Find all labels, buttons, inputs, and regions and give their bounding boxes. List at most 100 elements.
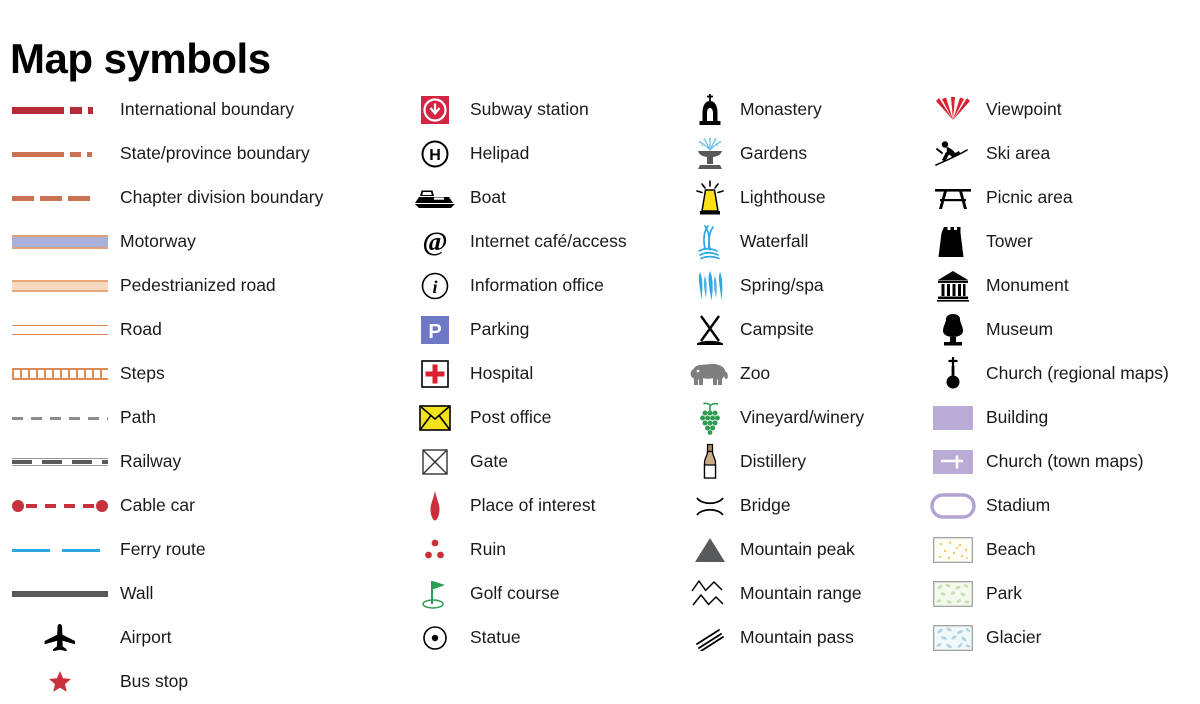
monument-icon	[920, 264, 986, 308]
legend-label: Gate	[470, 451, 508, 472]
legend-row: Steps	[0, 352, 400, 396]
mountain-range-icon	[680, 572, 740, 616]
legend-row: Motorway	[0, 220, 400, 264]
legend-label: Statue	[470, 627, 521, 648]
pedestrianized-road-line	[0, 264, 120, 308]
legend-row: Wall	[0, 572, 400, 616]
legend-label: Mountain pass	[740, 627, 854, 648]
boat-icon	[400, 176, 470, 220]
legend-label: Zoo	[740, 363, 771, 384]
motorway-line	[0, 220, 120, 264]
legend-label: Waterfall	[740, 231, 809, 252]
legend-row: Distillery	[680, 440, 920, 484]
legend-row: Tower	[920, 220, 1200, 264]
legend-label: Bridge	[740, 495, 791, 516]
legend-row: Mountain pass	[680, 616, 920, 660]
legend-row: Lighthouse	[680, 176, 920, 220]
legend-row: Monastery	[680, 88, 920, 132]
legend-label: Museum	[986, 319, 1054, 340]
legend-label: Tower	[986, 231, 1033, 252]
museum-icon	[920, 308, 986, 352]
legend-row: Bus stop	[0, 660, 400, 704]
legend-label: Hospital	[470, 363, 534, 384]
mountain-pass-icon	[680, 616, 740, 660]
legend-row: Mountain range	[680, 572, 920, 616]
legend-label: Post office	[470, 407, 552, 428]
legend-row: Subway station	[400, 88, 680, 132]
cable-car-line	[0, 484, 120, 528]
vineyard-winery-icon	[680, 396, 740, 440]
svg-text:P: P	[428, 321, 441, 343]
legend-row: Park	[920, 572, 1200, 616]
legend-row: Glacier	[920, 616, 1200, 660]
legend-row: Cable car	[0, 484, 400, 528]
statue-icon	[400, 616, 470, 660]
wall-line	[0, 572, 120, 616]
legend-row: i Information office	[400, 264, 680, 308]
legend-label: Airport	[120, 627, 172, 648]
ruin-icon	[400, 528, 470, 572]
subway-station-icon	[400, 88, 470, 132]
lines-column: International boundary State/province bo…	[0, 88, 400, 704]
legend-row: Building	[920, 396, 1200, 440]
chapter-division-boundary-line	[0, 176, 120, 220]
legend-row: Bridge	[680, 484, 920, 528]
legend-label: Mountain peak	[740, 539, 855, 560]
page-title: Map symbols	[10, 35, 271, 83]
legend-label: State/province boundary	[120, 143, 310, 164]
legend-row: Ferry route	[0, 528, 400, 572]
landmarks-areas-column: Viewpoint Ski area Picnic area Tower Mon…	[920, 88, 1200, 704]
legend-label: Ruin	[470, 539, 506, 560]
building-icon	[920, 396, 986, 440]
legend-row: Zoo	[680, 352, 920, 396]
legend-row: @ Internet café/access	[400, 220, 680, 264]
svg-text:@: @	[422, 227, 447, 257]
tower-icon	[920, 220, 986, 264]
legend-label: Mountain range	[740, 583, 862, 604]
svg-text:i: i	[432, 277, 437, 297]
glacier-icon	[920, 616, 986, 660]
legend-label: Monument	[986, 275, 1069, 296]
legend-label: Viewpoint	[986, 99, 1062, 120]
legend-label: Steps	[120, 363, 165, 384]
legend-row: Chapter division boundary	[0, 176, 400, 220]
legend-row: Golf course	[400, 572, 680, 616]
legend-row: H Helipad	[400, 132, 680, 176]
legend-label: Campsite	[740, 319, 814, 340]
international-boundary-line	[0, 88, 120, 132]
legend-label: Glacier	[986, 627, 1042, 648]
legend-label: Road	[120, 319, 162, 340]
legend-label: International boundary	[120, 99, 295, 120]
nature-sights-column: Monastery Gardens Lighthouse Waterfall S…	[680, 88, 920, 704]
legend-row: Monument	[920, 264, 1200, 308]
legend-label: Spring/spa	[740, 275, 824, 296]
information-office-icon: i	[400, 264, 470, 308]
legend-label: Distillery	[740, 451, 807, 472]
state-province-boundary-line	[0, 132, 120, 176]
place-of-interest-icon	[400, 484, 470, 528]
legend-row: Church (town maps)	[920, 440, 1200, 484]
legend-row: Path	[0, 396, 400, 440]
picnic-area-icon	[920, 176, 986, 220]
legend-row: Stadium	[920, 484, 1200, 528]
legend-row: Mountain peak	[680, 528, 920, 572]
legend-row: Ruin	[400, 528, 680, 572]
legend-label: Building	[986, 407, 1049, 428]
legend-label: Gardens	[740, 143, 808, 164]
helipad-icon: H	[400, 132, 470, 176]
railway-line	[0, 440, 120, 484]
legend-row: Boat	[400, 176, 680, 220]
legend-label: Internet café/access	[470, 231, 627, 252]
stadium-icon	[920, 484, 986, 528]
campsite-icon	[680, 308, 740, 352]
zoo-icon	[680, 352, 740, 396]
legend-label: Subway station	[470, 99, 589, 120]
legend-row: Beach	[920, 528, 1200, 572]
map-symbols-legend: International boundary State/province bo…	[0, 88, 1200, 704]
lighthouse-icon	[680, 176, 740, 220]
legend-row: Picnic area	[920, 176, 1200, 220]
legend-row: Spring/spa	[680, 264, 920, 308]
ski-area-icon	[920, 132, 986, 176]
legend-label: Parking	[470, 319, 530, 340]
transport-services-column: Subway station H Helipad Boat @ Internet…	[400, 88, 680, 704]
